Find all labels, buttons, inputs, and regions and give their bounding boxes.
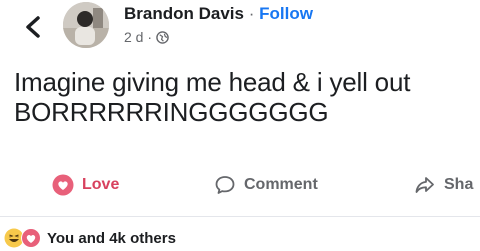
author-name[interactable]: Brandon Davis [124,4,244,23]
reaction-count: You and 4k others [47,229,176,247]
comment-button[interactable]: Comment [214,174,318,196]
share-icon [415,177,434,193]
author-line: Brandon Davis · Follow [124,4,313,24]
divider [0,216,480,217]
avatar[interactable] [63,2,109,48]
love-icon [21,228,41,248]
post-line: Imagine giving me head & i yell out [14,67,411,97]
chevron-left-icon[interactable] [22,12,44,42]
post-line: BORRRRRRINGGGGGGG [14,97,329,127]
comment-label: Comment [244,176,318,193]
action-bar: Love Comment Sha [0,166,480,210]
love-label: Love [82,176,120,193]
share-button[interactable]: Sha [414,174,473,196]
comment-icon [215,176,235,194]
share-label: Sha [444,176,474,193]
timestamp[interactable]: 2 d · [124,29,152,45]
post-meta: 2 d · [124,29,169,45]
post-header: Brandon Davis · Follow 2 d · [0,0,480,60]
follow-button[interactable]: Follow [259,4,313,23]
reaction-summary[interactable]: You and 4k others [4,228,176,248]
globe-icon [156,30,169,44]
separator: · [248,4,255,23]
love-icon [52,174,74,196]
love-button[interactable]: Love [52,174,119,196]
post-text: Imagine giving me head & i yell out BORR… [14,67,474,127]
